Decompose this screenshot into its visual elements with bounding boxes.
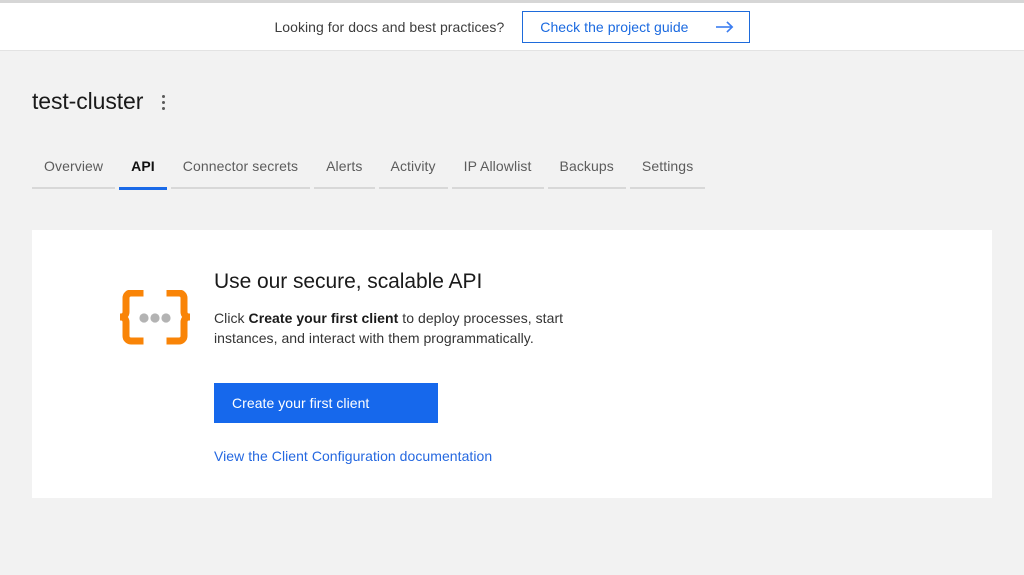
create-first-client-button[interactable]: Create your first client: [214, 383, 438, 423]
api-empty-state-card: Use our secure, scalable API Click Creat…: [32, 230, 992, 498]
client-configuration-doc-link[interactable]: View the Client Configuration documentat…: [214, 448, 492, 464]
docs-banner: Looking for docs and best practices? Che…: [0, 3, 1024, 51]
page-title: test-cluster: [32, 88, 144, 114]
card-heading: Use our secure, scalable API: [214, 270, 483, 293]
tab-api[interactable]: API: [119, 158, 167, 190]
check-project-guide-button[interactable]: Check the project guide: [522, 10, 750, 43]
body-prefix: Click: [214, 310, 249, 326]
tab-label: Backups: [559, 158, 614, 174]
tab-label: Alerts: [326, 158, 363, 174]
tab-backups[interactable]: Backups: [547, 158, 627, 189]
arrow-right-icon: [715, 20, 735, 34]
tab-activity[interactable]: Activity: [378, 158, 448, 189]
curly-braces-ellipsis-icon: [112, 270, 198, 352]
tab-alerts[interactable]: Alerts: [314, 158, 375, 189]
page-title-row: test-cluster: [32, 88, 173, 115]
page-root: Looking for docs and best practices? Che…: [0, 0, 1024, 575]
tab-label: Connector secrets: [182, 158, 299, 174]
check-project-guide-label: Check the project guide: [540, 18, 689, 35]
kebab-menu-icon[interactable]: [153, 91, 173, 115]
api-empty-state-content: Use our secure, scalable API Click Creat…: [198, 270, 586, 466]
tab-label: API: [131, 158, 155, 174]
card-body-text: Click Create your first client to deploy…: [214, 308, 586, 348]
tab-overview[interactable]: Overview: [32, 158, 116, 189]
tab-label: Activity: [390, 158, 436, 174]
tab-settings[interactable]: Settings: [629, 158, 706, 189]
tab-connector-secrets[interactable]: Connector secrets: [170, 158, 311, 189]
tab-label: IP Allowlist: [463, 158, 532, 174]
tab-ip-allowlist[interactable]: IP Allowlist: [451, 158, 544, 189]
tab-label: Overview: [44, 158, 104, 174]
docs-banner-text: Looking for docs and best practices?: [274, 18, 505, 35]
body-emphasis: Create your first client: [248, 310, 399, 326]
tab-label: Settings: [641, 158, 694, 174]
tab-bar: Overview API Connector secrets Alerts Ac…: [32, 158, 706, 190]
